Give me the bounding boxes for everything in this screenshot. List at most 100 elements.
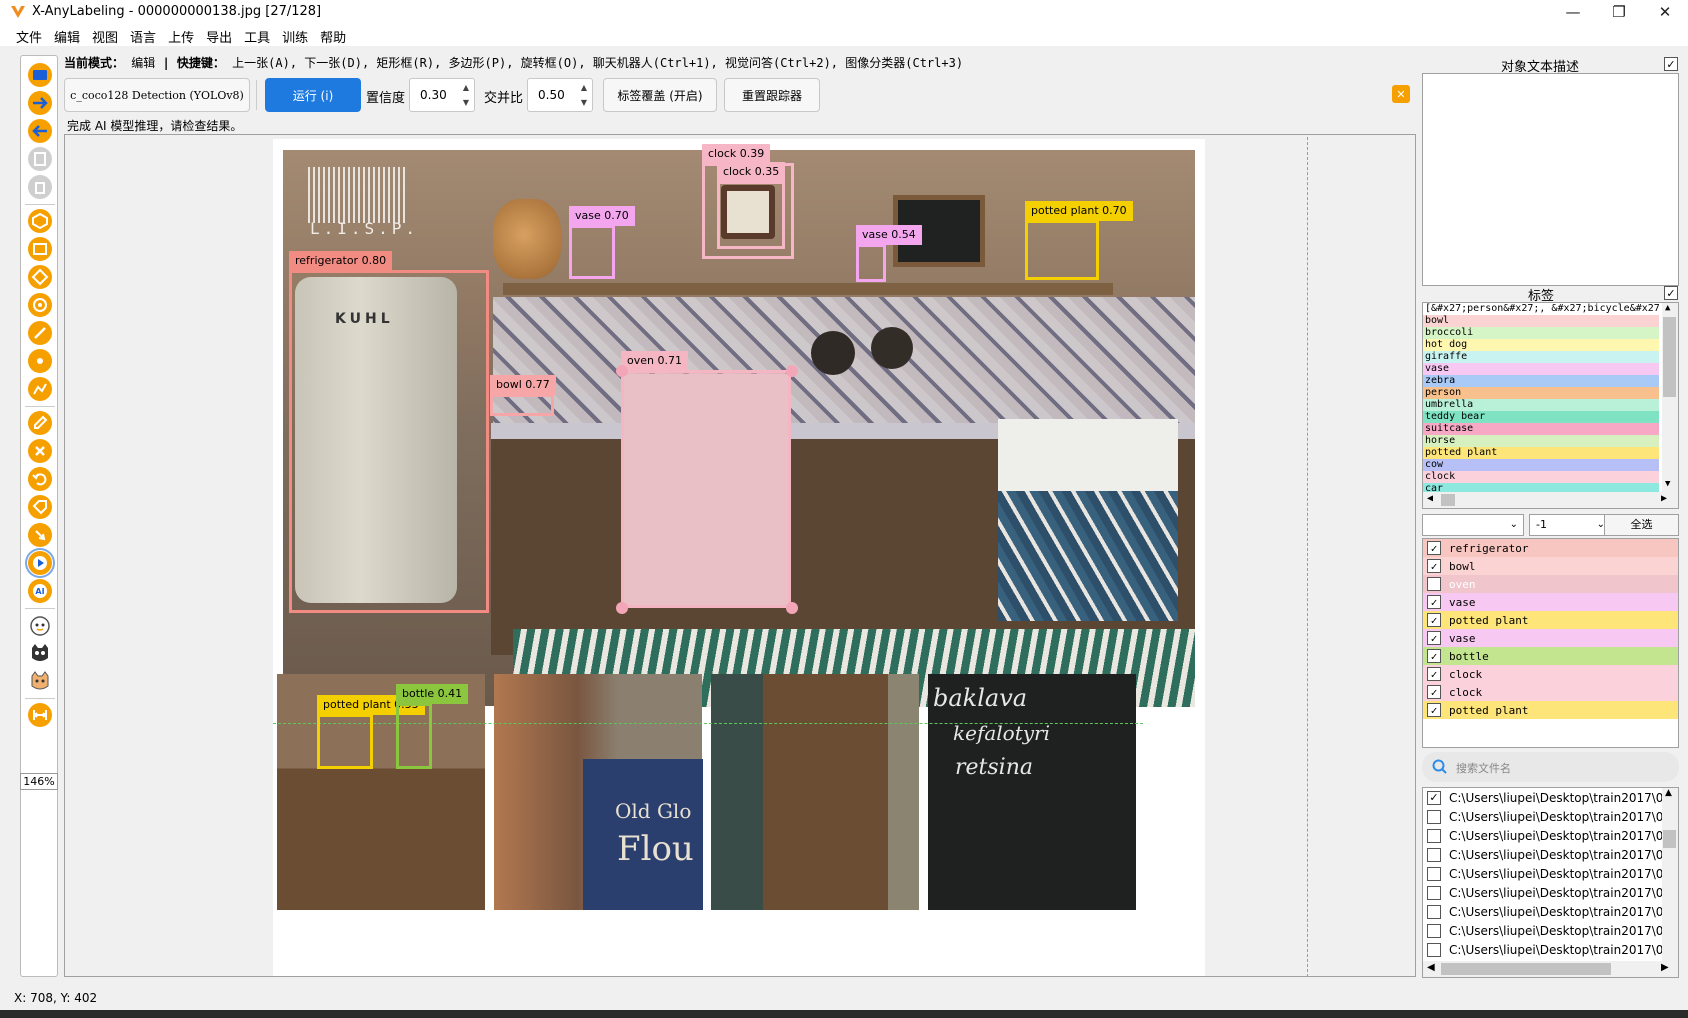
scroll-right-icon[interactable]: ▶ [1661,493,1667,504]
delete-file-icon[interactable] [27,174,53,200]
file-checkbox[interactable] [1427,885,1441,900]
bbox-potted-plant-small[interactable]: potted plant 0.33 [317,695,425,769]
menu-edit[interactable]: 编辑 [52,24,88,46]
file-checkbox[interactable] [1427,942,1441,957]
file-checkbox[interactable] [1427,866,1441,881]
file-checkbox[interactable]: ✓ [1427,790,1441,805]
tag-icon[interactable] [27,494,53,520]
label-list-item[interactable]: teddy bear [1423,411,1659,423]
shape-visible-checkbox[interactable]: ✓ [1427,577,1441,591]
shape-visible-checkbox[interactable]: ✓ [1427,649,1441,663]
menu-upload[interactable]: 上传 [166,24,202,46]
vertex-handle[interactable] [616,365,628,377]
scroll-up-icon[interactable]: ▲ [1665,303,1670,313]
zoom-level[interactable]: 146% [20,773,58,790]
confidence-spinbox[interactable]: 0.30 ▲ ▼ [409,78,475,112]
spin-down-icon[interactable]: ▼ [581,98,587,107]
label-list-item[interactable]: hot dog [1423,339,1659,351]
shape-visible-checkbox[interactable]: ✓ [1427,667,1441,681]
file-list-item[interactable]: C:\Users\liupei\Desktop\train2017\00 [1423,902,1678,921]
file-checkbox[interactable] [1427,828,1441,843]
vertex-handle[interactable] [786,602,798,614]
shape-visible-checkbox[interactable]: ✓ [1427,631,1441,645]
menu-tools[interactable]: 工具 [242,24,278,46]
label-list-item[interactable]: person [1423,387,1659,399]
shape-list-item[interactable]: ✓ potted plant [1423,701,1678,719]
file-checkbox[interactable] [1427,923,1441,938]
auto-label-icon[interactable] [27,522,53,548]
bbox-refrigerator[interactable]: refrigerator 0.80 [289,251,489,613]
label-list-item[interactable]: potted plant [1423,447,1659,459]
label-list-item[interactable]: cow [1423,459,1659,471]
hscroll-thumb[interactable] [1441,963,1611,975]
menu-view[interactable]: 视图 [90,24,126,46]
file-list-item[interactable]: C:\Users\liupei\Desktop\train2017\00 [1423,864,1678,883]
close-button[interactable]: ✕ [1642,0,1688,24]
scroll-right-icon[interactable]: ▶ [1661,962,1669,973]
shape-list-item[interactable]: ✓ vase [1423,593,1678,611]
file-list-item[interactable]: C:\Users\liupei\Desktop\train2017\00 [1423,845,1678,864]
ai-icon[interactable]: AI [27,578,53,604]
delete-shape-icon[interactable] [27,438,53,464]
shape-visible-checkbox[interactable]: ✓ [1427,685,1441,699]
bbox-vase[interactable]: vase 0.70 [569,206,635,279]
bbox-oven[interactable]: oven 0.71 [621,351,791,608]
run-model-icon[interactable] [27,550,53,576]
shape-list-item[interactable]: ✓ clock [1423,665,1678,683]
file-checkbox[interactable] [1427,809,1441,824]
file-list[interactable]: ✓ C:\Users\liupei\Desktop\train2017\00 C:\… [1422,787,1679,978]
bbox-bottle[interactable]: bottle 0.41 [396,684,469,769]
model-selector[interactable]: c_coco128 Detection (YOLOv8) [64,78,250,112]
scroll-up-icon[interactable]: ▲ [1665,788,1672,798]
label-list-item[interactable]: [&#x27;person&#x27;, &#x27;bicycle&#x27 [1423,303,1659,315]
shape-list-item[interactable]: ✓ bottle [1423,647,1678,665]
linestrip-icon[interactable] [27,376,53,402]
label-list-item[interactable]: clock [1423,471,1659,483]
bbox-potted-plant[interactable]: potted plant 0.70 [1025,201,1133,280]
file-search-input[interactable]: 搜索文件名 [1422,752,1679,782]
polygon-icon[interactable] [27,208,53,234]
rectangle-icon[interactable] [27,236,53,262]
shape-visible-checkbox[interactable]: ✓ [1427,559,1441,573]
label-overlay-button[interactable]: 标签覆盖 (开启) [603,78,717,112]
next-image-icon[interactable] [27,90,53,116]
shape-visible-checkbox[interactable]: ✓ [1427,703,1441,717]
bbox-clock-inner[interactable]: clock 0.35 [717,162,786,249]
clear-results-icon[interactable]: ✕ [1392,85,1410,103]
shape-list-item[interactable]: ✓ bowl [1423,557,1678,575]
restore-button[interactable]: ❐ [1596,0,1642,24]
image-canvas[interactable]: L.I.S.P. KUHL Old Glo Flou baklava kefal… [64,134,1416,977]
file-list-hscrollbar[interactable]: ◀ ▶ [1423,961,1678,977]
shape-visible-checkbox[interactable]: ✓ [1427,595,1441,609]
bbox-vase-small[interactable]: vase 0.54 [856,225,922,282]
label-list-item[interactable]: broccoli [1423,327,1659,339]
file-list-item[interactable]: C:\Users\liupei\Desktop\train2017\00 [1423,826,1678,845]
scroll-left-icon[interactable]: ◀ [1427,962,1435,973]
shape-list[interactable]: ✓ refrigerator ✓ bowl ✓ oven ✓ vase ✓ potted plan… [1422,538,1679,748]
label-list-hscrollbar[interactable]: ◀ ▶ [1423,492,1678,508]
fit-width-icon[interactable] [27,702,53,728]
scroll-thumb[interactable] [1663,317,1676,397]
spin-up-icon[interactable]: ▲ [581,83,587,92]
shape-list-item[interactable]: ✓ oven [1423,575,1678,593]
chatbot-icon[interactable] [27,612,53,638]
undo-icon[interactable] [27,466,53,492]
file-list-item[interactable]: ✓ C:\Users\liupei\Desktop\train2017\00 [1423,788,1678,807]
label-list[interactable]: [&#x27;person&#x27;, &#x27;bicycle&#x27 b… [1422,302,1679,509]
shape-list-item[interactable]: ✓ clock [1423,683,1678,701]
vqa-icon[interactable] [27,640,53,666]
vertex-handle[interactable] [786,365,798,377]
classifier-icon[interactable] [27,668,53,694]
menu-language[interactable]: 语言 [128,24,164,46]
label-list-item[interactable]: giraffe [1423,351,1659,363]
label-list-item[interactable]: zebra [1423,375,1659,387]
shape-visible-checkbox[interactable]: ✓ [1427,613,1441,627]
file-list-item[interactable]: C:\Users\liupei\Desktop\train2017\00 [1423,883,1678,902]
menu-train[interactable]: 训练 [280,24,316,46]
file-list-item[interactable]: C:\Users\liupei\Desktop\train2017\00 [1423,807,1678,826]
file-list-scrollbar[interactable]: ▲ [1662,788,1678,963]
line-icon[interactable] [27,320,53,346]
select-all-button[interactable]: 全选 [1604,514,1679,536]
menu-file[interactable]: 文件 [14,24,50,46]
group-id-combo[interactable]: -1 ⌄ [1529,514,1611,536]
